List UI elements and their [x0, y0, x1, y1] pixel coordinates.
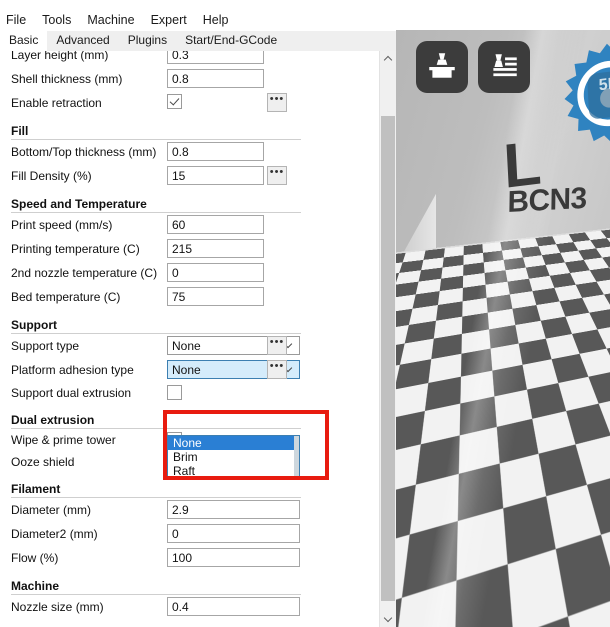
chevron-down-icon[interactable]	[380, 610, 396, 627]
setting-label: Layer height (mm)	[11, 51, 109, 62]
load-model-icon[interactable]	[416, 41, 468, 93]
setting-label: Support dual extrusion	[11, 386, 132, 400]
setting-row-bottom-top-thickness-mm: Bottom/Top thickness (mm) 0.8	[0, 140, 379, 164]
watermark-text: BCN3	[507, 181, 587, 220]
setting-label: 2nd nozzle temperature (C)	[11, 266, 158, 280]
section-title: Speed and Temperature	[11, 197, 147, 211]
setting-row-shell-thickness-mm: Shell thickness (mm) 0.8	[0, 67, 379, 91]
setting-label: Wipe & prime tower	[11, 433, 116, 447]
dropdown-option-raft[interactable]: Raft	[168, 464, 299, 478]
cura-application-window: File Tools Machine Expert Help Basic Advanced…	[0, 0, 610, 627]
menu-file[interactable]: File	[0, 12, 34, 28]
checkbox-support-dual-extrusion[interactable]	[167, 385, 182, 400]
menu-bar: File Tools Machine Expert Help	[0, 9, 410, 30]
setting-label: Bed temperature (C)	[11, 290, 121, 304]
setting-row-print-speed-mm-s: Print speed (mm/s) 60	[0, 213, 379, 237]
setting-label: Flow (%)	[11, 551, 59, 565]
input-2nd-nozzle-temperature-c[interactable]: 0	[167, 263, 264, 282]
setting-row-bed-temperature-c: Bed temperature (C) 75	[0, 285, 379, 309]
section-title: Support	[11, 318, 57, 332]
setting-label: Bottom/Top thickness (mm)	[11, 145, 157, 159]
input-shell-thickness-mm[interactable]: 0.8	[167, 69, 264, 88]
checkbox-enable-retraction[interactable]	[167, 94, 182, 109]
setting-row-support-dual-extrusion: Support dual extrusion	[0, 382, 379, 404]
setting-label: Enable retraction	[11, 96, 102, 110]
3d-viewport[interactable]: 5D L BCN3	[396, 30, 610, 627]
setting-row-flow: Flow (%) 100	[0, 546, 379, 570]
section-title: Machine	[11, 579, 60, 593]
setting-label: Diameter (mm)	[11, 503, 91, 517]
tab-advanced[interactable]: Advanced	[47, 31, 119, 51]
setting-row-printing-temperature-c: Printing temperature (C) 215	[0, 237, 379, 261]
setting-row-support-type: Support type None •••	[0, 334, 379, 358]
input-print-speed-mm-s[interactable]: 60	[167, 215, 264, 234]
section-header-support: Support	[0, 309, 379, 334]
setting-label: Support type	[11, 339, 80, 353]
viewport-toolbar	[416, 41, 530, 93]
combobox-value: None	[172, 363, 201, 377]
setting-label: Diameter2 (mm)	[11, 527, 98, 541]
input-fill-density[interactable]: 15	[167, 166, 264, 185]
setting-label: Nozzle size (mm)	[11, 600, 104, 614]
chevron-up-icon[interactable]	[380, 51, 396, 68]
section-title: Dual extrusion	[11, 413, 95, 427]
input-bottom-top-thickness-mm[interactable]: 0.8	[167, 142, 264, 161]
more-options-button-fill-density[interactable]: •••	[267, 166, 287, 185]
setting-label: Printing temperature (C)	[11, 242, 140, 256]
platform-adhesion-dropdown-list[interactable]: None Brim Raft	[167, 435, 300, 479]
section-header-speed-and-temperature: Speed and Temperature	[0, 188, 379, 213]
input-layer-height-mm[interactable]: 0.3	[167, 51, 264, 64]
setting-label: Fill Density (%)	[11, 169, 92, 183]
more-options-button-platform-adhesion-type[interactable]: •••	[267, 360, 287, 379]
combobox-value: None	[172, 339, 201, 353]
settings-form: Layer height (mm) 0.3 Shell thickness (mm)…	[0, 51, 379, 619]
menu-machine[interactable]: Machine	[79, 12, 142, 28]
tab-start-end-gcode[interactable]: Start/End-GCode	[176, 31, 287, 51]
setting-row-enable-retraction: Enable retraction •••	[0, 91, 379, 115]
section-header-machine: Machine	[0, 570, 379, 595]
input-nozzle-size-mm[interactable]: 0.4	[167, 597, 300, 616]
setting-row-layer-height-mm: Layer height (mm) 0.3	[0, 51, 379, 67]
more-options-button-enable-retraction[interactable]: •••	[267, 93, 287, 112]
section-title: Fill	[11, 124, 29, 138]
input-diameter2-mm[interactable]: 0	[167, 524, 300, 543]
section-title: Filament	[11, 482, 61, 496]
tab-basic[interactable]: Basic	[0, 30, 48, 51]
input-printing-temperature-c[interactable]: 215	[167, 239, 264, 258]
section-header-dual-extrusion: Dual extrusion	[0, 404, 379, 429]
gear-icon: 5D	[553, 33, 610, 154]
setting-row-fill-density: Fill Density (%) 15 •••	[0, 164, 379, 188]
section-header-fill: Fill	[0, 115, 379, 140]
menu-help[interactable]: Help	[195, 12, 237, 28]
save-toolpath-icon[interactable]	[478, 41, 530, 93]
setting-label: Print speed (mm/s)	[11, 218, 113, 232]
setting-row-diameter-mm: Diameter (mm) 2.9	[0, 498, 379, 522]
scrollbar-thumb[interactable]	[381, 116, 395, 601]
setting-row-nozzle-size-mm: Nozzle size (mm) 0.4	[0, 595, 379, 619]
setting-row-diameter2-mm: Diameter2 (mm) 0	[0, 522, 379, 546]
tab-plugins[interactable]: Plugins	[118, 31, 177, 51]
input-flow[interactable]: 100	[167, 548, 300, 567]
menu-expert[interactable]: Expert	[143, 12, 195, 28]
input-diameter-mm[interactable]: 2.9	[167, 500, 300, 519]
setting-row-2nd-nozzle-temperature-c: 2nd nozzle temperature (C) 0	[0, 261, 379, 285]
setting-label: Shell thickness (mm)	[11, 72, 123, 86]
setting-label: Platform adhesion type	[11, 363, 134, 377]
svg-text:5D: 5D	[598, 74, 610, 95]
more-options-button-support-type[interactable]: •••	[267, 336, 287, 355]
settings-panel[interactable]: Layer height (mm) 0.3 Shell thickness (mm)…	[0, 51, 379, 627]
dropdown-option-brim[interactable]: Brim	[168, 450, 299, 464]
menu-tools[interactable]: Tools	[34, 12, 79, 28]
input-bed-temperature-c[interactable]: 75	[167, 287, 264, 306]
setting-label: Ooze shield	[11, 455, 75, 469]
settings-scrollbar[interactable]	[379, 51, 396, 627]
setting-row-platform-adhesion-type: Platform adhesion type None •••	[0, 358, 379, 382]
dropdown-scrollbar[interactable]	[294, 436, 299, 478]
tab-bar: Basic Advanced Plugins Start/End-GCode	[0, 30, 410, 52]
dropdown-option-none[interactable]: None	[168, 436, 299, 450]
